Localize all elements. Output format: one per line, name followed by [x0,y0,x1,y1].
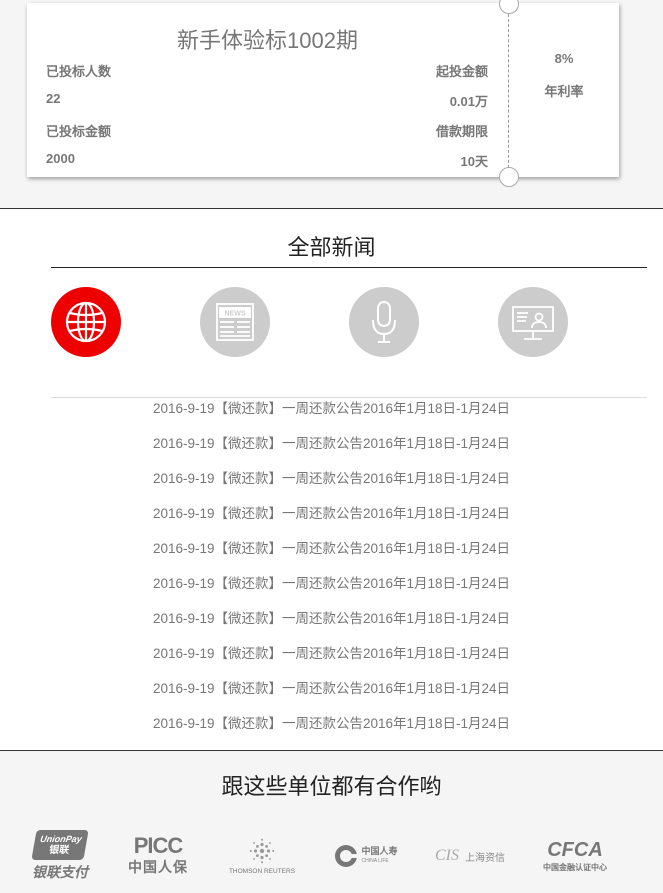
picc-logo-sub: 中国人保 [128,859,188,875]
china-life-logo-cn: 中国人寿 [361,846,398,856]
thomson-reuters-logo: THOMSON REUTERS [220,828,304,884]
news-category-audio[interactable] [349,287,419,357]
term-label: 借款期限 [435,124,488,139]
partners-title: 跟这些单位都有合作哟 [221,774,442,799]
news-list: 2016-9-19【微还款】一周还款公告2016年1月18日-1月24日 201… [0,399,663,749]
cfca-logo-sub: 中国金融认证中心 [543,862,607,872]
monitor-icon [512,306,554,340]
rate-value: 8% [554,51,574,66]
shanghai-credit-logo-cn: 上海资信 [465,852,505,864]
newspaper-icon: NEWS [216,303,254,341]
news-category-video[interactable] [498,287,568,357]
news-icon-text: NEWS [225,311,246,318]
news-item[interactable]: 2016-9-19【微还款】一周还款公告2016年1月18日-1月24日 [0,644,663,679]
china-life-logo: 中国人寿 CHINA LIFE [326,828,406,884]
investors-value: 22 [46,91,61,106]
rate-panel: 8% 年利率 [509,3,619,177]
shanghai-credit-logo: CIS 上海资信 [430,828,510,884]
product-info: 新手体验标1002期 已投标人数 起投金额 22 0.01万 已投标金额 借款期… [27,3,508,177]
news-item[interactable]: 2016-9-19【微还款】一周还款公告2016年1月18日-1月24日 [0,574,663,609]
news-item[interactable]: 2016-9-19【微还款】一周还款公告2016年1月18日-1月24日 [0,609,663,644]
min-invest-value: 0.01万 [449,94,488,109]
thomson-reuters-logo-text: THOMSON REUTERS [228,867,296,875]
cfca-logo: CFCA 中国金融认证中心 [532,828,618,884]
term-value: 10天 [460,154,488,169]
china-life-emblem-icon [335,845,359,867]
unionpay-logo-text: UnionPay [39,834,83,844]
picc-logo-text: PICC [133,833,184,858]
invested-amount-label: 已投标金额 [46,124,112,139]
news-item[interactable]: 2016-9-19【微还款】一周还款公告2016年1月18日-1月24日 [0,434,663,469]
news-section: 全部新闻 NEWS 2016-9-19【微还款】一周还款公告2016年1月18日… [0,208,663,751]
unionpay-logo-sub: 银联支付 [32,864,88,880]
thomson-reuters-emblem-icon [249,838,275,863]
news-item[interactable]: 2016-9-19【微还款】一周还款公告2016年1月18日-1月24日 [0,399,663,434]
invested-amount-value: 2000 [46,151,75,166]
picc-logo: PICC 中国人保 [118,828,198,884]
news-section-title: 全部新闻 [287,235,376,260]
product-card[interactable]: 新手体验标1002期 已投标人数 起投金额 22 0.01万 已投标金额 借款期… [27,0,619,187]
cfca-logo-text: CFCA [547,838,603,861]
product-title: 新手体验标1002期 [177,28,358,53]
news-item[interactable]: 2016-9-19【微还款】一周还款公告2016年1月18日-1月24日 [0,679,663,714]
news-category-news[interactable]: NEWS [200,287,270,357]
news-item[interactable]: 2016-9-19【微还款】一周还款公告2016年1月18日-1月24日 [0,539,663,574]
rate-label: 年利率 [544,84,584,99]
investors-label: 已投标人数 [46,64,112,79]
china-life-logo-en: CHINA LIFE [361,858,389,864]
unionpay-logo-cn: 银联 [48,845,70,856]
globe-icon [65,301,107,343]
news-item[interactable]: 2016-9-19【微还款】一周还款公告2016年1月18日-1月24日 [0,469,663,504]
shanghai-credit-logo-text: CIS [435,847,459,864]
min-invest-label: 起投金额 [435,64,488,79]
news-item[interactable]: 2016-9-19【微还款】一周还款公告2016年1月18日-1月24日 [0,714,663,749]
microphone-icon [372,301,396,343]
news-list-divider [51,397,647,398]
news-item[interactable]: 2016-9-19【微还款】一周还款公告2016年1月18日-1月24日 [0,504,663,539]
unionpay-logo: UnionPay 银联 银联支付 [20,828,100,884]
news-category-globe[interactable] [51,287,121,357]
news-title-divider [51,267,647,268]
